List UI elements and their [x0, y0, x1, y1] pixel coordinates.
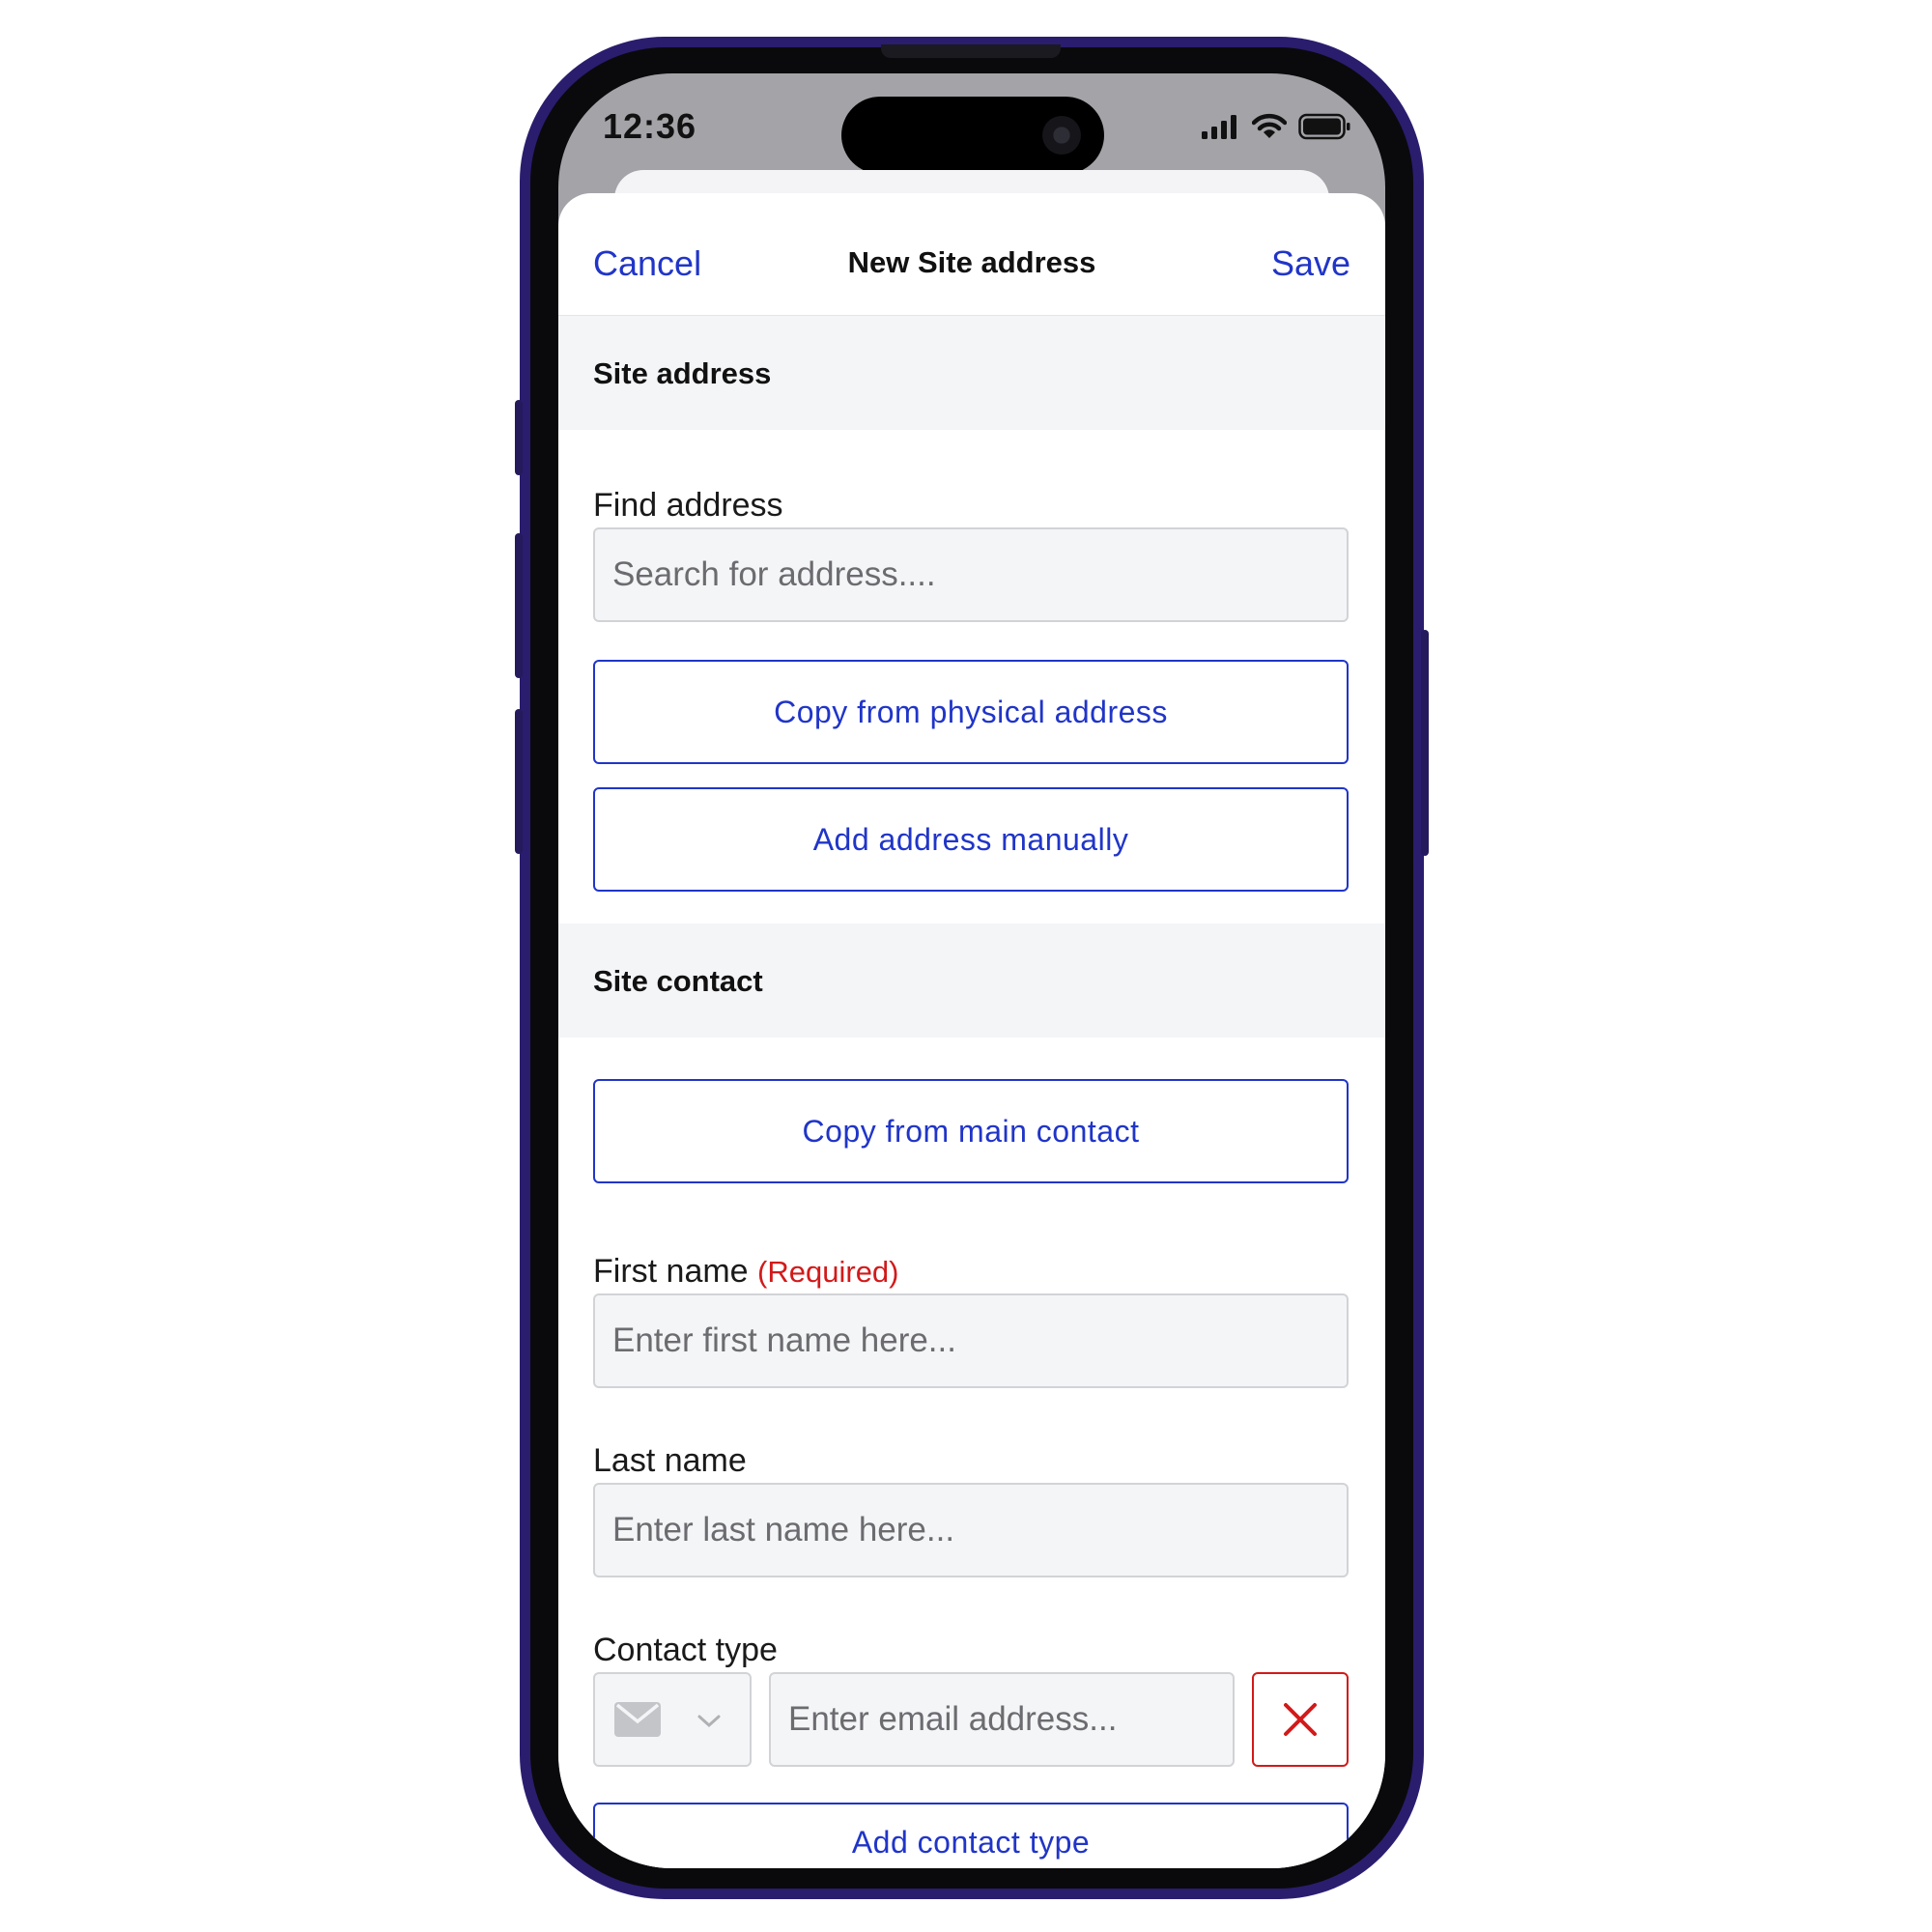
power-button	[1421, 630, 1429, 856]
chevron-down-icon	[697, 1715, 721, 1728]
signal-icon	[1202, 115, 1236, 139]
find-address-label: Find address	[593, 487, 783, 524]
phone-speaker	[881, 44, 1061, 58]
status-time: 12:36	[603, 106, 697, 146]
volume-up-button	[515, 533, 523, 678]
contact-type-select[interactable]	[593, 1672, 752, 1767]
volume-down-button	[515, 709, 523, 854]
first-name-input[interactable]: Enter first name here...	[593, 1293, 1349, 1388]
email-field[interactable]: Enter email address...	[769, 1672, 1235, 1767]
copy-physical-address-button[interactable]: Copy from physical address	[593, 660, 1349, 764]
camera-icon	[1042, 116, 1081, 155]
required-indicator: (Required)	[757, 1255, 899, 1289]
dynamic-island	[841, 97, 1104, 174]
last-name-input[interactable]: Enter last name here...	[593, 1483, 1349, 1577]
action-button	[515, 400, 523, 475]
add-contact-type-button[interactable]: Add contact type	[593, 1803, 1349, 1868]
wifi-icon	[1252, 113, 1287, 138]
status-icons	[1202, 110, 1350, 143]
section-title: Site contact	[593, 964, 763, 998]
close-icon	[1284, 1703, 1317, 1736]
add-address-manually-button[interactable]: Add address manually	[593, 787, 1349, 892]
phone-screen: 12:36 Cancel New Site address Save Site …	[558, 73, 1385, 1868]
navigation-bar: Cancel New Site address Save	[558, 193, 1385, 316]
section-title: Site address	[593, 356, 772, 390]
last-name-label: Last name	[593, 1442, 747, 1479]
section-header-site-contact: Site contact	[558, 923, 1385, 1037]
copy-main-contact-button[interactable]: Copy from main contact	[593, 1079, 1349, 1183]
envelope-icon	[614, 1702, 661, 1737]
page-title: New Site address	[847, 245, 1096, 279]
remove-contact-type-button[interactable]	[1252, 1672, 1349, 1767]
first-name-label: First name (Required)	[593, 1253, 899, 1291]
contact-type-label: Contact type	[593, 1632, 778, 1668]
find-address-input[interactable]: Search for address....	[593, 527, 1349, 622]
save-button[interactable]: Save	[1271, 243, 1350, 284]
modal-sheet: Cancel New Site address Save Site addres…	[558, 193, 1385, 1868]
first-name-label-text: First name	[593, 1253, 749, 1290]
battery-icon	[1298, 113, 1350, 140]
section-header-site-address: Site address	[558, 316, 1385, 430]
